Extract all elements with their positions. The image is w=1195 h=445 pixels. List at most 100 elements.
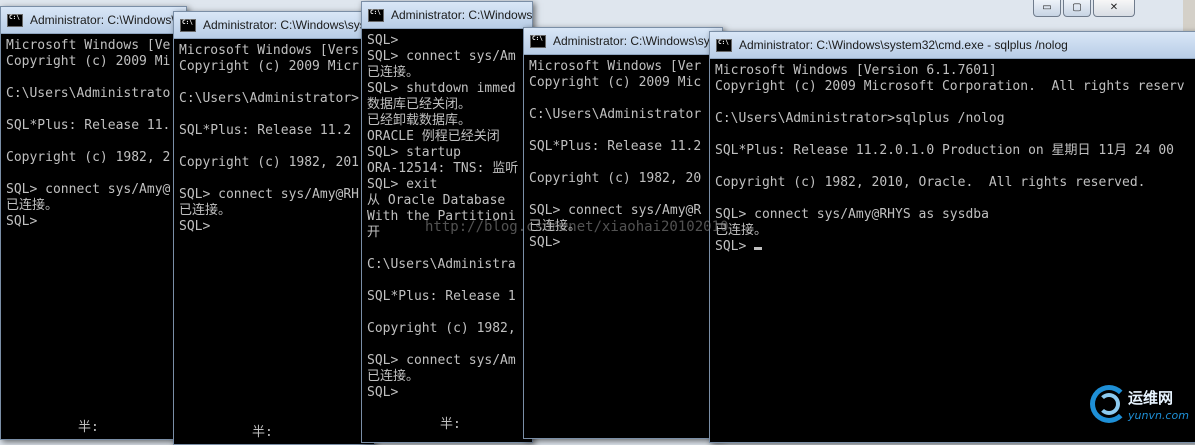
console-line: Microsoft Windows [Vers: [179, 43, 360, 58]
console-line: SQL*Plus: Release 11.2: [529, 139, 702, 154]
console-line: SQL*Plus: Release 11.2: [179, 123, 352, 138]
console-line: SQL*Plus: Release 1: [367, 289, 516, 304]
minimize-button[interactable]: ▭: [1033, 0, 1061, 17]
console-line: Copyright (c) 1982, 2010, Oracle. All ri…: [715, 175, 1146, 190]
console-line: C:\Users\Administrator>: [179, 91, 360, 106]
console-line: SQL>: [6, 214, 38, 229]
console-line: SQL> startup: [367, 145, 461, 160]
console-line: C:\Users\Administrato: [6, 86, 171, 101]
cmd-icon: [716, 38, 732, 52]
console-line: 已连接。: [6, 198, 59, 213]
console-line: Copyright (c) 2009 Mic: [529, 75, 702, 90]
console-line: SQL> connect sys/Amy@R: [529, 203, 702, 218]
console-line: SQL> connect sys/Amy@RH: [179, 187, 360, 202]
console-line: 已连接。: [179, 203, 232, 218]
logo-text-en: yunvn.com: [1128, 409, 1189, 422]
console-bottom-text: 半:: [252, 425, 273, 440]
console-bottom-text: 半:: [78, 420, 99, 435]
cmd-icon: [368, 8, 384, 22]
blog-watermark: http://blog.csdn.net/xiaohai20102010: [425, 219, 729, 235]
console-line: SQL> shutdown immed: [367, 81, 516, 96]
console-line: SQL*Plus: Release 11.2.0.1.0 Production …: [715, 143, 1174, 158]
console-bottom-text: 半:: [440, 417, 461, 432]
window-titlebar[interactable]: Administrator: C:\Windows\sys: [174, 12, 374, 39]
console-line: Copyright (c) 1982,: [367, 321, 516, 336]
console-line: C:\Users\Administrator>sqlplus /nolog: [715, 111, 1005, 126]
cmd-icon: [530, 34, 546, 48]
window-title: Administrator: C:\Windows\system32\cmd.e…: [391, 8, 532, 22]
close-button[interactable]: ✕: [1093, 0, 1135, 17]
cmd-icon: [7, 13, 23, 27]
console-line: Copyright (c) 2009 Micr: [179, 59, 360, 74]
window-title: Administrator: C:\Windows\sy: [553, 34, 710, 48]
console-line: Copyright (c) 1982, 2: [6, 150, 171, 165]
window-title: Administrator: C:\Windows\sys: [203, 18, 366, 32]
console-line: 已连接。: [367, 369, 420, 384]
window-titlebar[interactable]: Administrator: C:\Windows\system32\cmd.e…: [710, 32, 1195, 59]
cmd-icon: [180, 18, 196, 32]
console-line: SQL> connect sys/Am: [367, 353, 516, 368]
console-line: Microsoft Windows [Version 6.1.7601]: [715, 63, 997, 78]
console-line: 数据库已经关闭。: [367, 97, 472, 112]
console-line: SQL*Plus: Release 11.: [6, 118, 171, 133]
logo-inner-ring-icon: [1098, 393, 1120, 415]
window-title: Administrator: C:\Windows\system32\cmd.e…: [739, 38, 1068, 52]
console-line: SQL> connect sys/Am: [367, 49, 516, 64]
window-titlebar[interactable]: Administrator: C:\Windows\system32\cmd.e…: [362, 2, 532, 29]
console-line: Copyright (c) 1982, 20: [529, 171, 702, 186]
console-line: SQL> connect sys/Amy@RHYS as sysdba: [715, 207, 989, 222]
console-line: SQL>: [179, 219, 211, 234]
site-logo: 运维网 yunvn.com: [1090, 383, 1190, 429]
console-line: C:\Users\Administra: [367, 257, 516, 272]
text-cursor: [754, 247, 763, 250]
console-output[interactable]: SQL> SQL> connect sys/Am 已连接。 SQL> shutdown…: [362, 29, 532, 442]
console-line: C:\Users\Administrator: [529, 107, 702, 122]
console-line: SQL> exit: [367, 177, 438, 192]
console-line: ORACLE 例程已经关闭: [367, 129, 500, 144]
console-line: ORA-12514: TNS: 监听: [367, 161, 519, 176]
console-line: Microsoft Windows [Ver: [529, 59, 702, 74]
console-line: 已经卸载数据库。: [367, 113, 472, 128]
console-line: Microsoft Windows [Ve: [6, 38, 171, 53]
window-titlebar[interactable]: Administrator: C:\Windows\sy: [524, 28, 722, 55]
maximize-button[interactable]: ▢: [1063, 0, 1091, 17]
logo-text-cn: 运维网: [1128, 389, 1174, 407]
console-line: SQL>: [715, 239, 755, 254]
cmd-window-active[interactable]: Administrator: C:\Windows\system32\cmd.e…: [709, 31, 1195, 443]
console-line: Copyright (c) 2009 Microsoft Corporation…: [715, 79, 1185, 94]
console-line: SQL> connect sys/Amy@: [6, 182, 171, 197]
console-line: Copyright (c) 1982, 201: [179, 155, 360, 170]
console-line: 已连接。: [367, 65, 420, 80]
cmd-window-1[interactable]: Administrator: C:\Windows\s Microsoft Wi…: [0, 6, 187, 440]
window-title: Administrator: C:\Windows\s: [30, 13, 181, 27]
console-output[interactable]: Microsoft Windows [Ver Copyright (c) 2009…: [524, 55, 722, 438]
console-output[interactable]: Microsoft Windows [Ve Copyright (c) 2009 …: [1, 34, 186, 439]
cmd-window-2[interactable]: Administrator: C:\Windows\sys Microsoft …: [173, 11, 375, 445]
console-line: 已连接。: [715, 223, 768, 238]
console-output[interactable]: Microsoft Windows [Vers Copyright (c) 200…: [174, 39, 374, 444]
console-line: Copyright (c) 2009 Mi: [6, 54, 171, 69]
window-titlebar[interactable]: Administrator: C:\Windows\s: [1, 7, 186, 34]
background-window-controls: ▭ ▢ ✕: [1033, 0, 1135, 20]
console-line: SQL>: [367, 33, 399, 48]
